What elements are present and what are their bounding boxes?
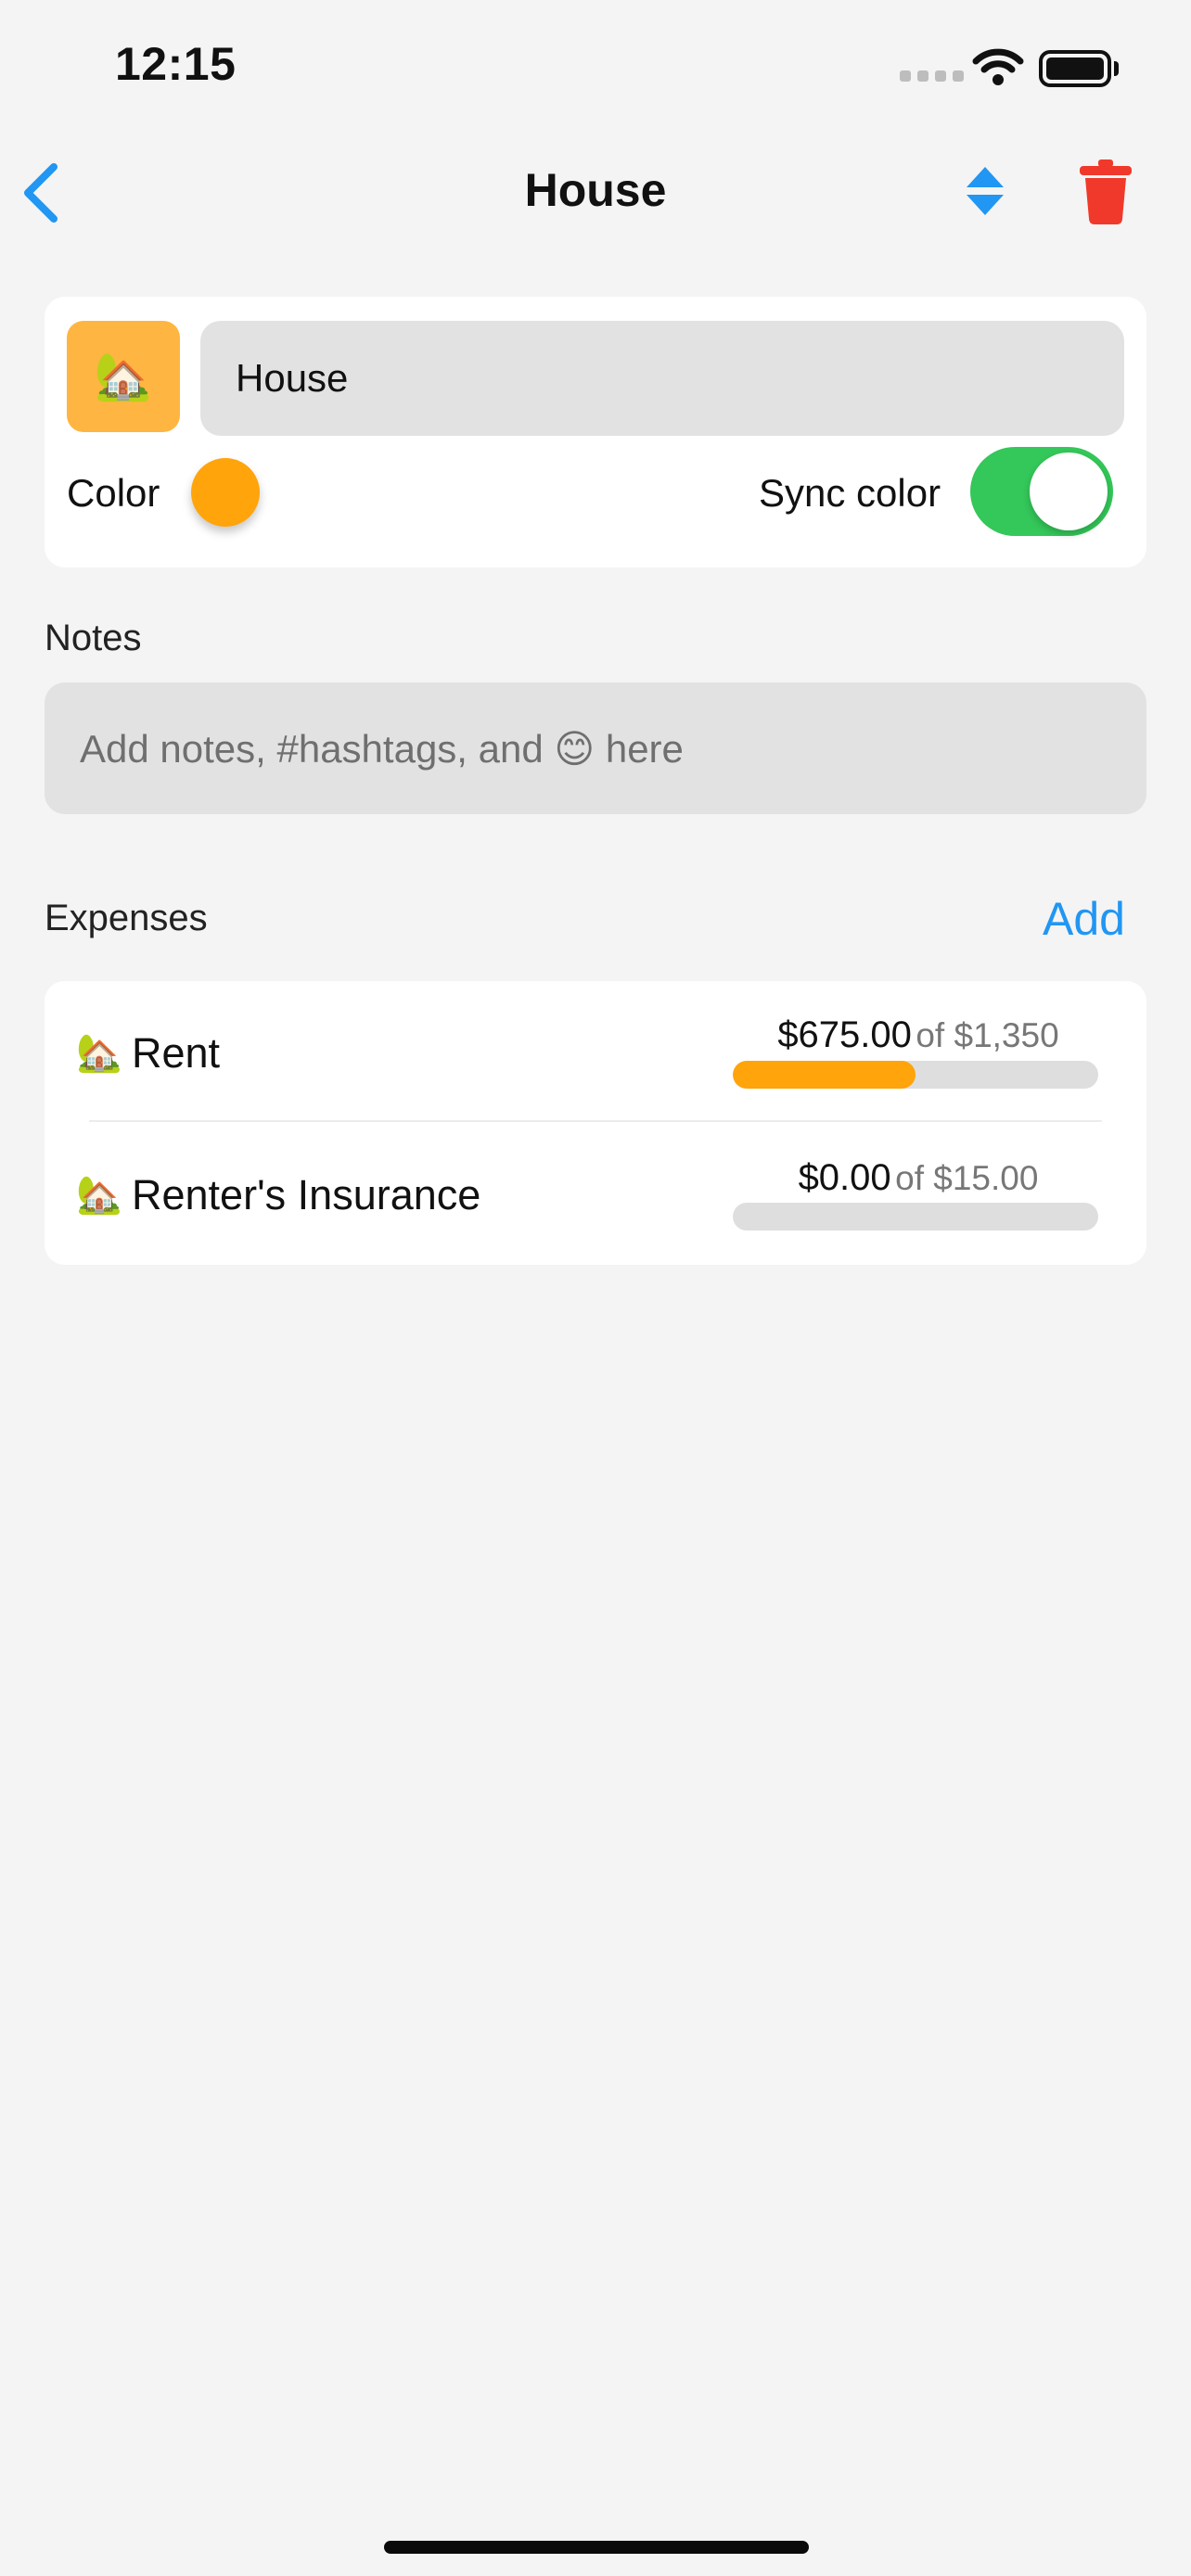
sync-color-toggle[interactable] (970, 447, 1113, 536)
battery-cap (1114, 61, 1119, 76)
expense-name: Renter's Insurance (132, 1171, 481, 1218)
expenses-label: Expenses (45, 898, 208, 938)
expense-spent: $0.00 (798, 1157, 891, 1198)
category-name-input[interactable]: House (200, 321, 1124, 436)
page-title: House (524, 164, 667, 216)
expense-progress-bar (733, 1061, 1098, 1089)
color-picker-button[interactable] (191, 458, 260, 527)
expense-emoji: 🏡 (76, 1033, 122, 1074)
sync-color-label: Sync color (759, 471, 941, 515)
trash-icon[interactable] (1076, 159, 1135, 224)
expense-amount: $0.00 of $15.00 (733, 1157, 1104, 1199)
expense-budget: of $1,350 (916, 1016, 1059, 1054)
expense-budget: of $15.00 (895, 1159, 1039, 1197)
notes-label: Notes (45, 618, 142, 658)
expense-emoji: 🏡 (76, 1175, 122, 1216)
color-label: Color (67, 471, 160, 515)
expense-progress-fill (733, 1061, 916, 1089)
add-expense-button[interactable]: Add (1043, 892, 1125, 946)
expense-name: Rent (132, 1029, 221, 1077)
category-emoji-button[interactable]: 🏡 (67, 321, 180, 432)
battery-icon (1039, 50, 1111, 87)
expense-amount: $675.00 of $1,350 (733, 1014, 1104, 1056)
toggle-knob (1030, 453, 1108, 530)
expense-spent: $675.00 (777, 1014, 912, 1055)
sort-icon[interactable] (965, 165, 1005, 217)
cellular-signal-icon (900, 70, 964, 82)
home-indicator (384, 2541, 809, 2554)
status-time: 12:15 (115, 38, 237, 90)
expense-progress-bar (733, 1203, 1098, 1231)
wifi-icon (972, 48, 1024, 85)
notes-input[interactable]: Add notes, #hashtags, and 😊 here (45, 682, 1146, 814)
